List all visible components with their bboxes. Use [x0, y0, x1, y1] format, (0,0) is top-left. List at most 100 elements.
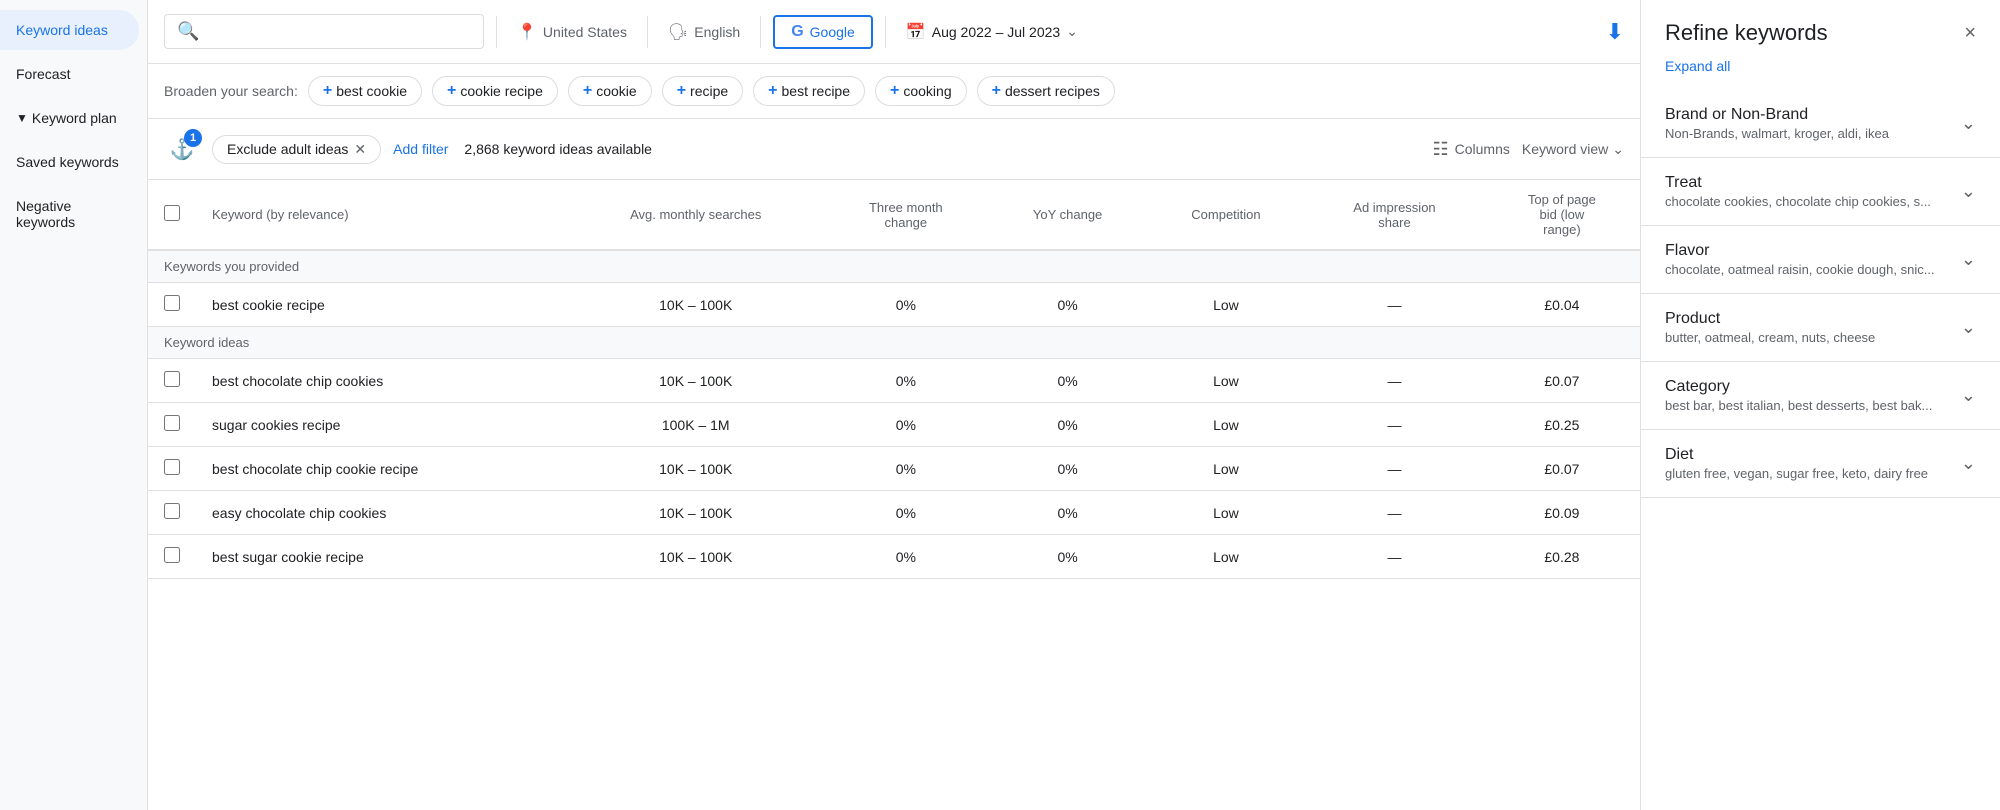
keyword-view-button[interactable]: Keyword view ⌄ — [1522, 141, 1624, 158]
row-checkbox[interactable] — [164, 459, 180, 475]
row-checkbox-cell — [148, 283, 196, 327]
refine-item-header[interactable]: Category best bar, best italian, best de… — [1641, 362, 2000, 429]
ad-impression-cell: — — [1305, 535, 1484, 579]
topbar-divider4 — [885, 16, 886, 48]
refine-item-title: Category — [1665, 378, 1961, 396]
row-checkbox-cell — [148, 491, 196, 535]
broaden-chip-cookie-recipe[interactable]: + cookie recipe — [432, 76, 558, 106]
add-filter-button[interactable]: Add filter — [393, 141, 448, 157]
google-label: Google — [810, 24, 855, 40]
sidebar-item-keyword-plan[interactable]: ▼ Keyword plan — [0, 98, 139, 138]
select-all-header — [148, 180, 196, 250]
date-range-picker[interactable]: 📅 Aug 2022 – Jul 2023 ⌄ — [898, 16, 1086, 48]
refine-item-left: Flavor chocolate, oatmeal raisin, cookie… — [1665, 242, 1961, 277]
competition-cell: Low — [1147, 359, 1305, 403]
ad-impression-cell: — — [1305, 359, 1484, 403]
language-selector[interactable]: 🗣 English — [660, 16, 748, 48]
row-checkbox[interactable] — [164, 371, 180, 387]
calendar-icon: 📅 — [906, 22, 926, 42]
three-month-column-header: Three monthchange — [823, 180, 988, 250]
broaden-chip-recipe[interactable]: + recipe — [662, 76, 743, 106]
exclude-adult-chip[interactable]: Exclude adult ideas ✕ — [212, 135, 381, 164]
refine-item-header[interactable]: Diet gluten free, vegan, sugar free, ket… — [1641, 430, 2000, 497]
remove-filter-icon[interactable]: ✕ — [354, 141, 366, 158]
main-content: 🔍 best cookie recipe 📍 United States 🗣 E… — [148, 0, 1640, 810]
keywords-table-wrapper: Keyword (by relevance) Avg. monthly sear… — [148, 180, 1640, 810]
refine-item-diet: Diet gluten free, vegan, sugar free, ket… — [1641, 430, 2000, 498]
panel-title: Refine keywords — [1665, 20, 1828, 46]
plus-icon: + — [447, 82, 456, 100]
section-label: Keywords you provided — [148, 250, 1640, 283]
exclude-adult-label: Exclude adult ideas — [227, 141, 348, 157]
three-month-cell: 0% — [823, 491, 988, 535]
chevron-down-icon: ⌄ — [1961, 249, 1976, 270]
select-all-checkbox[interactable] — [164, 205, 180, 221]
location-icon: 📍 — [517, 22, 537, 42]
refine-item-header[interactable]: Brand or Non-Brand Non-Brands, walmart, … — [1641, 90, 2000, 157]
broaden-chip-cookie[interactable]: + cookie — [568, 76, 652, 106]
sidebar-item-saved-keywords[interactable]: Saved keywords — [0, 142, 139, 182]
plus-icon: + — [323, 82, 332, 100]
three-month-cell: 0% — [823, 447, 988, 491]
filter-badge: 1 — [184, 129, 202, 147]
broaden-chip-cooking[interactable]: + cooking — [875, 76, 967, 106]
competition-cell: Low — [1147, 535, 1305, 579]
keyword-cell: sugar cookies recipe — [196, 403, 568, 447]
download-button[interactable]: ⬇ — [1606, 19, 1624, 45]
row-checkbox[interactable] — [164, 415, 180, 431]
ad-impression-cell: — — [1305, 491, 1484, 535]
yoy-cell: 0% — [988, 447, 1146, 491]
plus-icon: + — [890, 82, 899, 100]
language-icon: 🗣 — [668, 22, 688, 42]
keyword-count-label: 2,868 keyword ideas available — [464, 141, 652, 157]
google-selector[interactable]: G Google — [773, 15, 873, 49]
location-selector[interactable]: 📍 United States — [509, 16, 635, 48]
avg-monthly-cell: 10K – 100K — [568, 283, 823, 327]
broaden-chip-dessert-recipes[interactable]: + dessert recipes — [977, 76, 1115, 106]
keyword-view-label: Keyword view — [1522, 141, 1608, 157]
refine-item-left: Brand or Non-Brand Non-Brands, walmart, … — [1665, 106, 1961, 141]
section-header: Keyword ideas — [148, 327, 1640, 359]
avg-monthly-cell: 10K – 100K — [568, 535, 823, 579]
chevron-down-icon2: ⌄ — [1612, 141, 1624, 158]
broaden-chip-best-recipe[interactable]: + best recipe — [753, 76, 865, 106]
refine-item-header[interactable]: Flavor chocolate, oatmeal raisin, cookie… — [1641, 226, 2000, 293]
competition-column-header: Competition — [1147, 180, 1305, 250]
sidebar-item-negative-keywords[interactable]: Negative keywords — [0, 186, 139, 242]
refine-item-header[interactable]: Product butter, oatmeal, cream, nuts, ch… — [1641, 294, 2000, 361]
top-bid-cell: £0.04 — [1484, 283, 1640, 327]
row-checkbox-cell — [148, 403, 196, 447]
ad-impression-column-header: Ad impressionshare — [1305, 180, 1484, 250]
search-box: 🔍 best cookie recipe — [164, 14, 484, 49]
refine-item-left: Treat chocolate cookies, chocolate chip … — [1665, 174, 1961, 209]
sidebar-item-keyword-ideas[interactable]: Keyword ideas — [0, 10, 139, 50]
broaden-label: Broaden your search: — [164, 83, 298, 99]
columns-button[interactable]: ☷ Columns — [1433, 139, 1510, 160]
keyword-cell: best chocolate chip cookies — [196, 359, 568, 403]
table-row: easy chocolate chip cookies 10K – 100K 0… — [148, 491, 1640, 535]
refine-item-flavor: Flavor chocolate, oatmeal raisin, cookie… — [1641, 226, 2000, 294]
panel-close-button[interactable]: × — [1964, 22, 1976, 45]
columns-icon: ☷ — [1433, 139, 1449, 160]
plus-icon: + — [992, 82, 1001, 100]
refine-item-brand-or-non-brand: Brand or Non-Brand Non-Brands, walmart, … — [1641, 90, 2000, 158]
refine-item-header[interactable]: Treat chocolate cookies, chocolate chip … — [1641, 158, 2000, 225]
plus-icon: + — [583, 82, 592, 100]
broaden-chip-best-cookie[interactable]: + best cookie — [308, 76, 422, 106]
topbar-divider3 — [760, 16, 761, 48]
keyword-cell: easy chocolate chip cookies — [196, 491, 568, 535]
expand-all-button[interactable]: Expand all — [1641, 58, 2000, 90]
row-checkbox[interactable] — [164, 503, 180, 519]
location-label: United States — [543, 24, 627, 40]
topbar-divider2 — [647, 16, 648, 48]
three-month-cell: 0% — [823, 359, 988, 403]
search-input[interactable]: best cookie recipe — [207, 23, 467, 41]
row-checkbox[interactable] — [164, 295, 180, 311]
yoy-column-header: YoY change — [988, 180, 1146, 250]
sidebar-item-forecast[interactable]: Forecast — [0, 54, 139, 94]
row-checkbox[interactable] — [164, 547, 180, 563]
section-header: Keywords you provided — [148, 250, 1640, 283]
table-body: Keywords you provided best cookie recipe… — [148, 250, 1640, 579]
chevron-down-icon: ⌄ — [1961, 113, 1976, 134]
keyword-cell: best sugar cookie recipe — [196, 535, 568, 579]
